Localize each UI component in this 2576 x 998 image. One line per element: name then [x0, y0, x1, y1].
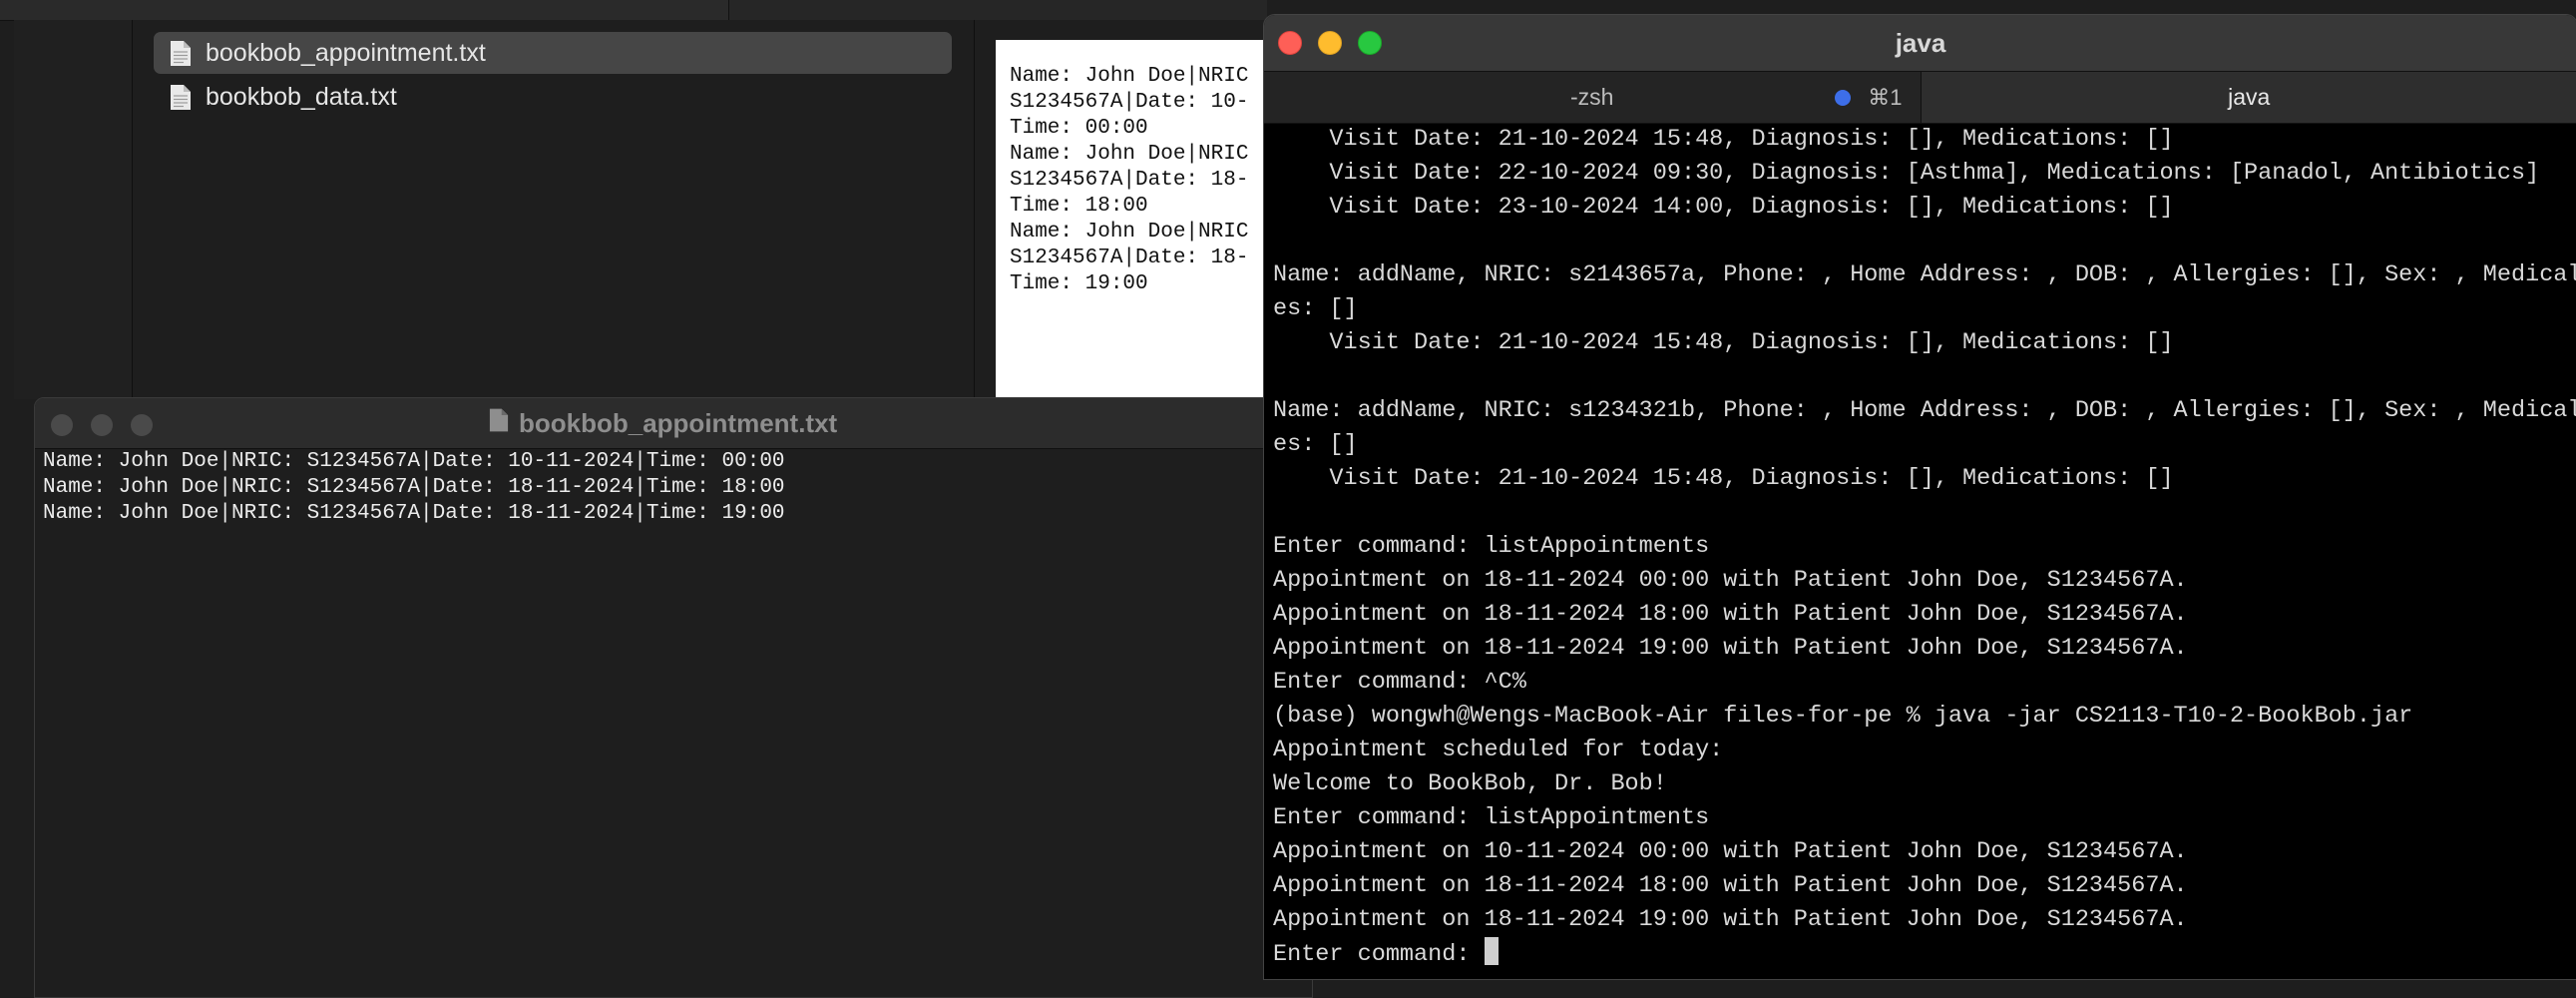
- window-title: java: [1264, 15, 2576, 71]
- terminal-line: Enter command: listAppointments: [1273, 801, 2576, 835]
- preview-line: Name: John Doe|NRIC: [1010, 220, 1285, 246]
- prompt-text: Enter command:: [1273, 941, 1485, 968]
- terminal-line: Welcome to BookBob, Dr. Bob!: [1273, 767, 2576, 801]
- file-name: bookbob_appointment.txt: [206, 39, 486, 68]
- close-button[interactable]: [51, 414, 73, 436]
- document-icon: [170, 84, 192, 111]
- close-button[interactable]: [1278, 31, 1302, 55]
- terminal-line: ​: [1273, 225, 2576, 258]
- terminal-prompt-line[interactable]: Enter command:: [1273, 937, 2576, 972]
- terminal-line: Enter command: ^C%: [1273, 666, 2576, 700]
- document-icon: [170, 40, 192, 67]
- finder-preview-pane: Name: John Doe|NRICS1234567A|Date: 10-Ti…: [975, 20, 1267, 399]
- preview-line: Time: 00:00: [1010, 116, 1285, 142]
- minimize-button[interactable]: [1318, 31, 1342, 55]
- terminal-line: (base) wongwh@Wengs-MacBook-Air files-fo…: [1273, 700, 2576, 734]
- terminal-line: Visit Date: 21-10-2024 15:48, Diagnosis:…: [1273, 326, 2576, 360]
- text-editor-area[interactable]: Name: John Doe|NRIC: S1234567A|Date: 10-…: [35, 449, 1312, 998]
- terminal-output[interactable]: Visit Date: 21-10-2024 15:48, Diagnosis:…: [1264, 123, 2576, 979]
- terminal-line: Name: addName, NRIC: s2143657a, Phone: ,…: [1273, 258, 2576, 292]
- terminal-line: Name: addName, NRIC: s1234321b, Phone: ,…: [1273, 394, 2576, 428]
- terminal-line: Appointment on 18-11-2024 19:00 with Pat…: [1273, 632, 2576, 666]
- window-title: bookbob_appointment.txt: [519, 408, 837, 439]
- zoom-button[interactable]: [131, 414, 153, 436]
- tab-label: java: [2228, 84, 2270, 111]
- text-line: Name: John Doe|NRIC: S1234567A|Date: 18-…: [43, 475, 1312, 501]
- zoom-button[interactable]: [1358, 31, 1382, 55]
- textedit-window: bookbob_appointment.txt Name: John Doe|N…: [34, 397, 1313, 998]
- terminal-line: Enter command: listAppointments: [1273, 530, 2576, 564]
- text-line: Name: John Doe|NRIC: S1234567A|Date: 10-…: [43, 449, 1312, 475]
- preview-line: S1234567A|Date: 10-: [1010, 90, 1285, 116]
- preview-line: Name: John Doe|NRIC: [1010, 64, 1285, 90]
- terminal-line: Appointment on 10-11-2024 00:00 with Pat…: [1273, 835, 2576, 869]
- file-item-bookbob-appointment[interactable]: bookbob_appointment.txt: [154, 32, 952, 74]
- tab-shortcut: ⌘1: [1868, 72, 1902, 123]
- terminal-line: ​: [1273, 496, 2576, 530]
- tab-label: -zsh: [1570, 84, 1613, 111]
- terminal-window: java -zsh ⌘1 java Visit Date: 21-10-2024…: [1263, 14, 2576, 980]
- preview-line: S1234567A|Date: 18-: [1010, 246, 1285, 271]
- terminal-tab-bar: -zsh ⌘1 java: [1264, 71, 2576, 124]
- minimize-button[interactable]: [91, 414, 113, 436]
- terminal-line: Visit Date: 21-10-2024 15:48, Diagnosis:…: [1273, 462, 2576, 496]
- file-preview-document: Name: John Doe|NRICS1234567A|Date: 10-Ti…: [996, 40, 1285, 409]
- terminal-line: Visit Date: 23-10-2024 14:00, Diagnosis:…: [1273, 191, 2576, 225]
- terminal-line: ​: [1273, 360, 2576, 394]
- tab-java[interactable]: java: [1922, 72, 2576, 123]
- terminal-line: Visit Date: 22-10-2024 09:30, Diagnosis:…: [1273, 157, 2576, 191]
- text-line: Name: John Doe|NRIC: S1234567A|Date: 18-…: [43, 501, 1312, 527]
- text-cursor: [1485, 937, 1499, 965]
- terminal-titlebar[interactable]: java: [1264, 15, 2576, 71]
- terminal-line: Appointment on 18-11-2024 18:00 with Pat…: [1273, 598, 2576, 632]
- preview-line: Time: 18:00: [1010, 194, 1285, 220]
- terminal-line: es: []: [1273, 428, 2576, 462]
- preview-line: Name: John Doe|NRIC: [1010, 142, 1285, 168]
- terminal-line: Appointment on 18-11-2024 18:00 with Pat…: [1273, 869, 2576, 903]
- activity-dot-icon: [1835, 90, 1851, 106]
- textedit-titlebar[interactable]: bookbob_appointment.txt: [35, 398, 1312, 449]
- finder-window: bookbob_appointment.txt bookbob_data.txt…: [0, 0, 1267, 399]
- file-name: bookbob_data.txt: [206, 83, 397, 112]
- terminal-line: Visit Date: 21-10-2024 15:48, Diagnosis:…: [1273, 123, 2576, 157]
- terminal-line: Appointment on 18-11-2024 00:00 with Pat…: [1273, 564, 2576, 598]
- terminal-line: Appointment on 18-11-2024 19:00 with Pat…: [1273, 903, 2576, 937]
- finder-column-parent[interactable]: [14, 20, 133, 399]
- terminal-line: Appointment scheduled for today:: [1273, 734, 2576, 767]
- preview-line: S1234567A|Date: 18-: [1010, 168, 1285, 194]
- finder-toolbar: [0, 0, 1267, 21]
- terminal-line: es: []: [1273, 292, 2576, 326]
- tab-zsh[interactable]: -zsh ⌘1: [1264, 72, 1922, 123]
- preview-line: Time: 19:00: [1010, 271, 1285, 297]
- file-item-bookbob-data[interactable]: bookbob_data.txt: [154, 76, 952, 118]
- document-icon: [489, 407, 509, 440]
